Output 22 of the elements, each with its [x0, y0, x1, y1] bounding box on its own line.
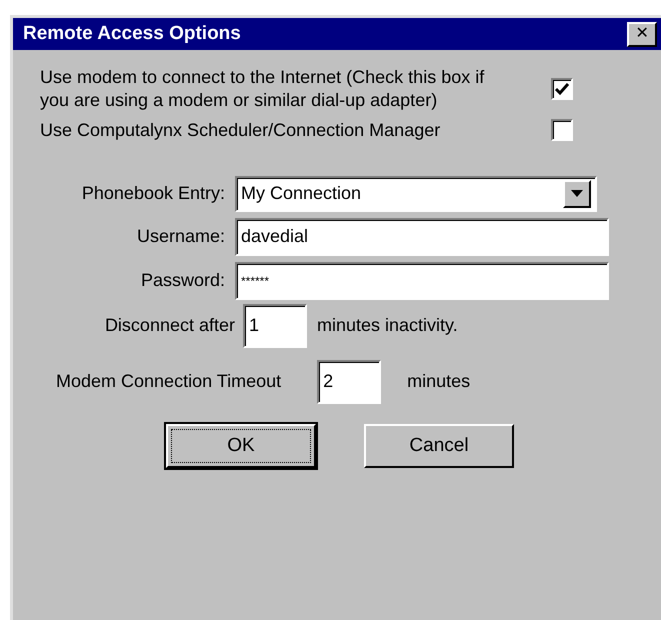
- phonebook-dropdown[interactable]: My Connection: [235, 176, 597, 212]
- text-field[interactable]: ******: [235, 262, 609, 300]
- number-field[interactable]: 2: [317, 360, 382, 404]
- field-label: Modem Connection Timeout: [56, 370, 282, 393]
- unit-label: minutes: [407, 370, 470, 393]
- unit-label: minutes inactivity.: [317, 314, 458, 337]
- close-button[interactable]: ✕: [627, 22, 657, 46]
- field-label: Password:: [140, 269, 226, 292]
- option-label: Use modem to connect to the Internet (Check this box if you are using a modem or similar dial-up adapter): [40, 66, 486, 111]
- check-icon: [555, 82, 569, 96]
- window-title: Remote Access Options: [23, 22, 241, 46]
- field-label: Username:: [136, 225, 226, 248]
- checkbox[interactable]: [551, 119, 573, 142]
- field-label: Disconnect after: [104, 314, 236, 337]
- dialog-button[interactable]: Cancel: [364, 424, 514, 468]
- number-field[interactable]: 1: [243, 304, 307, 348]
- checkbox[interactable]: [551, 78, 573, 100]
- field-label: Phonebook Entry:: [80, 182, 226, 205]
- dialog-button[interactable]: OK: [166, 424, 316, 468]
- caret-icon: [571, 190, 583, 197]
- option-label: Use Computalynx Scheduler/Connection Manager: [40, 119, 442, 142]
- text-field[interactable]: davedial: [235, 218, 609, 256]
